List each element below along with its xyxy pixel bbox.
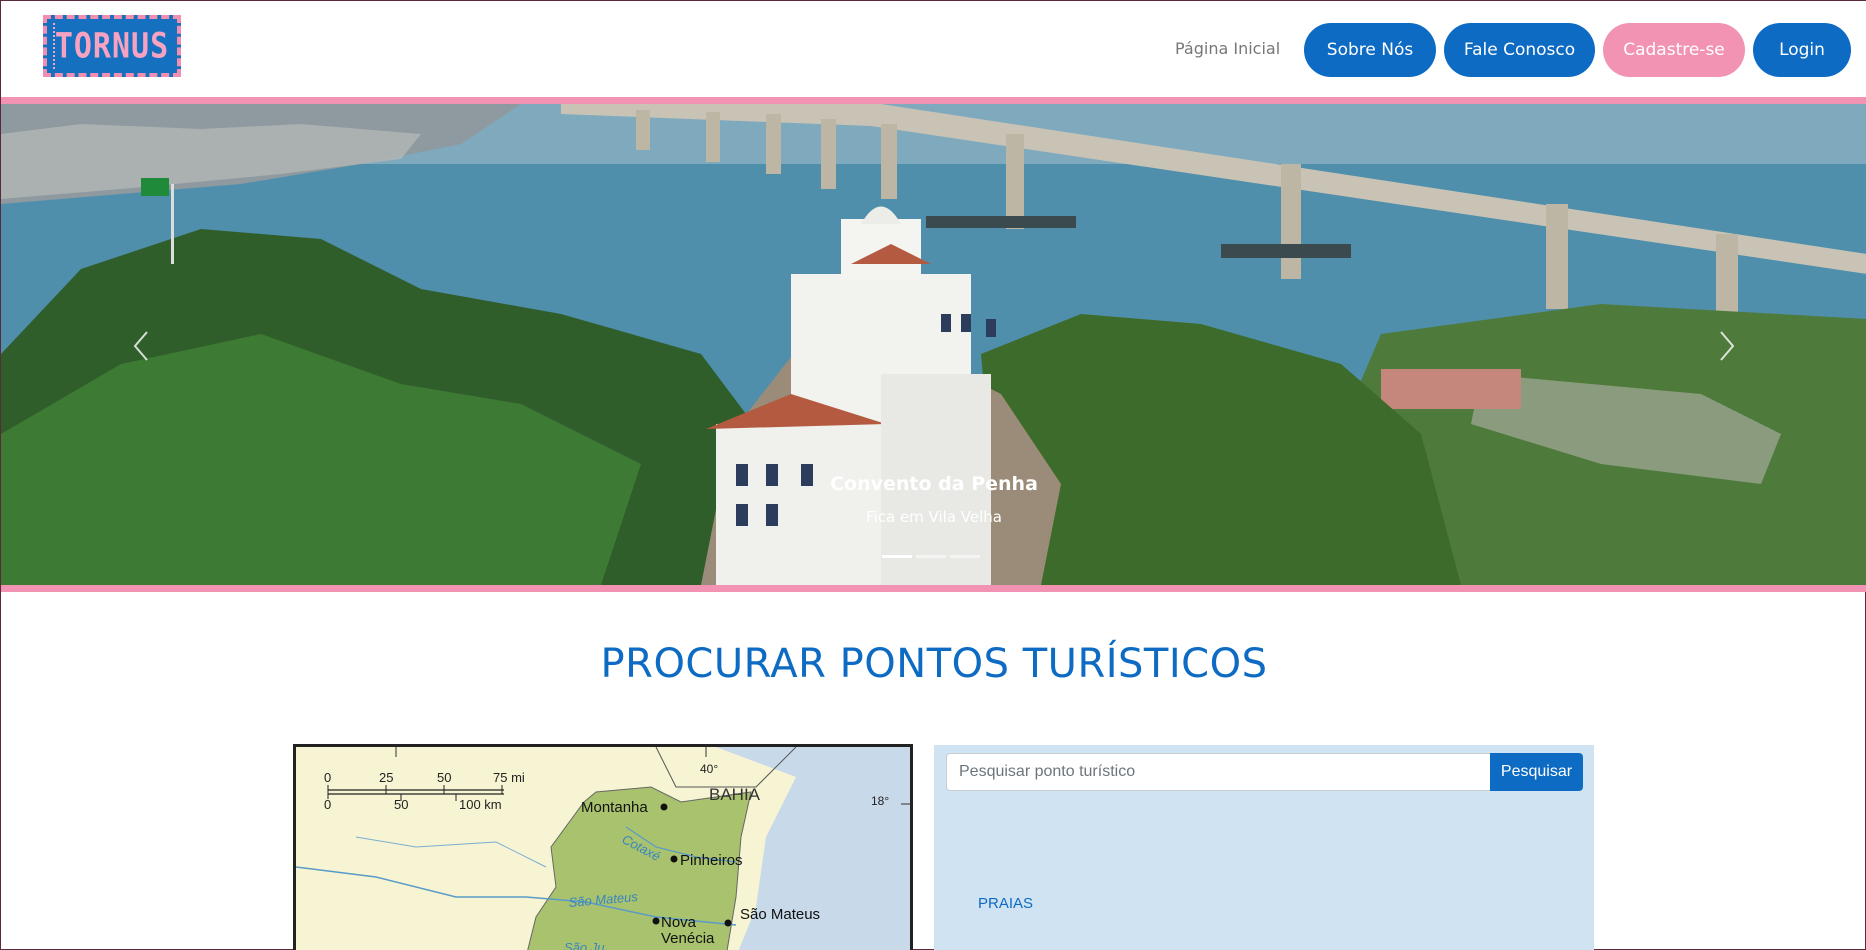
- carousel-indicator-1[interactable]: [882, 555, 912, 558]
- map-image: 0 25 50 75 mi 0 50 100 km 40° 18° BAHIA …: [296, 747, 910, 950]
- signup-button[interactable]: Cadastre-se: [1603, 23, 1745, 77]
- region-bahia-label: BAHIA: [709, 785, 761, 804]
- navbar: TORNUS Página Inicial Sobre Nós Fale Con…: [1, 1, 1866, 97]
- carousel-prev-button[interactable]: [121, 324, 161, 368]
- logo-text: TORNUS: [54, 25, 170, 67]
- chevron-left-icon: [133, 331, 148, 361]
- scale-mi-50: 50: [437, 770, 451, 785]
- city-venecia: Venécia: [661, 930, 715, 947]
- section-title: PROCURAR PONTOS TURÍSTICOS: [600, 641, 1268, 687]
- scale-mi-25: 25: [379, 770, 393, 785]
- carousel-caption-title: Convento da Penha: [830, 473, 1038, 495]
- carousel-indicators: [882, 555, 980, 558]
- scale-km-100: 100 km: [459, 797, 502, 812]
- search-panel: Pesquisar PRAIAS: [934, 745, 1594, 950]
- scale-km-0: 0: [324, 797, 331, 812]
- city-nova: Nova: [661, 914, 697, 931]
- search-button[interactable]: Pesquisar: [1490, 753, 1583, 791]
- bottom-accent-bar: [1, 585, 1866, 592]
- river-sao-ju: São Ju: [564, 940, 604, 950]
- espirito-santo-map[interactable]: 0 25 50 75 mi 0 50 100 km 40° 18° BAHIA …: [293, 744, 913, 950]
- hero-carousel: Convento da Penha Fica em Vila Velha: [1, 104, 1866, 585]
- scale-km-50: 50: [394, 797, 408, 812]
- contact-button[interactable]: Fale Conosco: [1444, 23, 1595, 77]
- lat-18-label: 18°: [871, 794, 889, 808]
- city-sao-mateus: São Mateus: [740, 906, 820, 923]
- scale-mi-75: 75 mi: [493, 770, 525, 785]
- login-button[interactable]: Login: [1753, 23, 1851, 77]
- category-link-praias[interactable]: PRAIAS: [978, 895, 1033, 912]
- carousel-next-button[interactable]: [1707, 324, 1747, 368]
- lat-40-label: 40°: [700, 762, 718, 776]
- city-montanha: Montanha: [581, 799, 648, 816]
- carousel-caption-subtitle: Fica em Vila Velha: [866, 508, 1002, 526]
- city-pinheiros: Pinheiros: [680, 852, 743, 869]
- nav-home-link[interactable]: Página Inicial: [1175, 39, 1280, 58]
- search-input[interactable]: [946, 753, 1491, 791]
- tornus-logo[interactable]: TORNUS: [43, 15, 181, 77]
- scale-mi-0: 0: [324, 770, 331, 785]
- chevron-right-icon: [1720, 331, 1735, 361]
- top-accent-bar: [1, 97, 1866, 104]
- carousel-indicator-3[interactable]: [950, 555, 980, 558]
- about-button[interactable]: Sobre Nós: [1304, 23, 1436, 77]
- carousel-indicator-2[interactable]: [916, 555, 946, 558]
